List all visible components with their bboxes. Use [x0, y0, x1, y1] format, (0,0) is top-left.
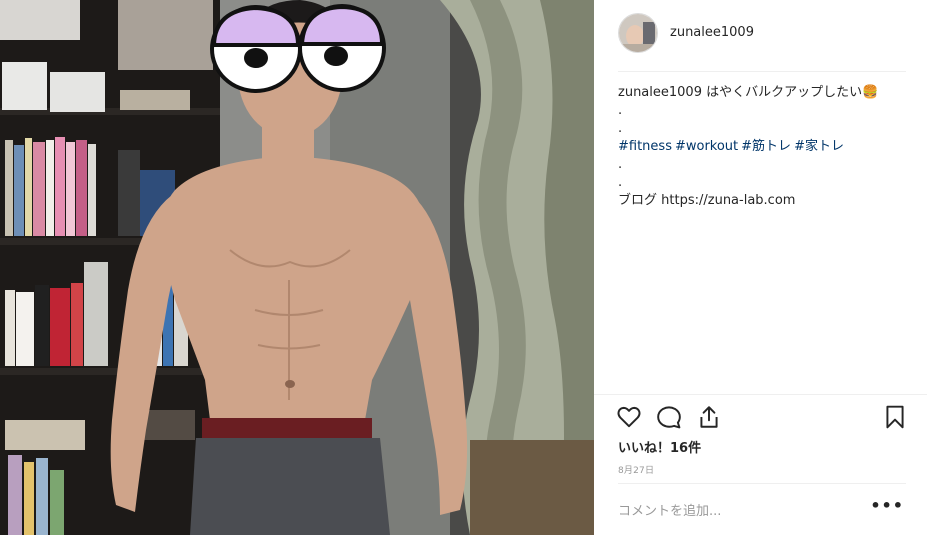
share-button[interactable] [696, 404, 724, 432]
heart-icon [617, 406, 641, 428]
likes-count[interactable]: いいね！16件 [618, 437, 701, 456]
hashtag-link[interactable]: #家トレ [794, 139, 844, 154]
post-details-panel: zunalee1009 zunalee1009 はやくバルクアップしたい🍔 . … [594, 0, 927, 535]
caption-username[interactable]: zunalee1009 [618, 85, 702, 100]
hashtag-link[interactable]: #workout [675, 139, 738, 154]
blog-label: ブログ [618, 193, 658, 208]
caption-dot: . [618, 175, 623, 190]
post-photo[interactable] [0, 0, 594, 535]
post-date[interactable]: 8月27日 [618, 463, 654, 476]
share-icon [700, 406, 718, 428]
comment-icon [657, 406, 681, 429]
hashtag-link[interactable]: #fitness [618, 139, 672, 154]
hashtag-link[interactable]: #筋トレ [741, 139, 791, 154]
action-bar [594, 394, 927, 440]
caption-first-line: zunalee1009 はやくバルクアップしたい🍔 [618, 84, 908, 102]
blog-url: https://zuna-lab.com [661, 193, 796, 208]
save-button[interactable] [882, 404, 910, 432]
comment-button[interactable] [656, 404, 684, 432]
bookmark-icon [886, 405, 904, 429]
like-button[interactable] [616, 404, 644, 432]
caption-dot: . [618, 121, 623, 136]
caption-dot: . [618, 157, 623, 172]
header-username[interactable]: zunalee1009 [670, 25, 754, 40]
comment-input[interactable]: コメントを追加... [618, 500, 721, 519]
post-header: zunalee1009 [618, 12, 906, 72]
comment-bar: コメントを追加... ••• [618, 483, 906, 535]
caption-dot: . [618, 103, 623, 118]
post-caption: zunalee1009 はやくバルクアップしたい🍔 . . #fitness #w… [618, 84, 908, 210]
more-options-icon[interactable]: ••• [870, 496, 904, 515]
caption-text: はやくバルクアップしたい🍔 [701, 85, 879, 100]
avatar[interactable] [618, 13, 658, 53]
caption-blog-line: ブログ https://zuna-lab.com [618, 192, 908, 210]
caption-hashtags: #fitness #workout #筋トレ #家トレ [618, 138, 908, 156]
post-photo-drawing [0, 0, 594, 535]
